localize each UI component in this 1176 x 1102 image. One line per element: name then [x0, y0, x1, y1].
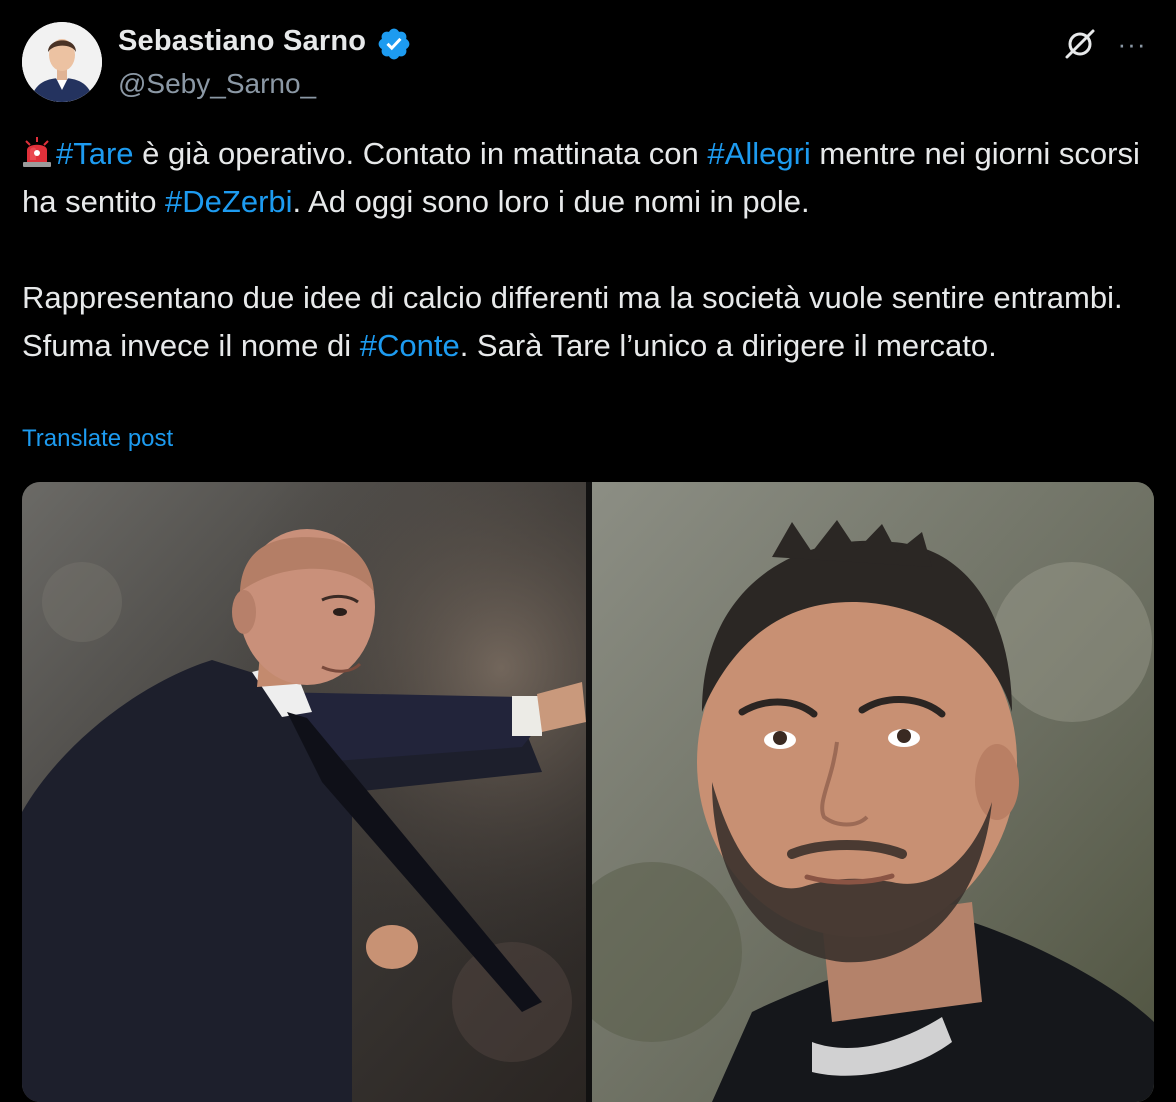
author-handle[interactable]: @Seby_Sarno_: [118, 68, 316, 100]
verified-badge-icon: [376, 26, 412, 62]
hashtag-tare[interactable]: #Tare: [56, 136, 134, 171]
hashtag-dezerbi[interactable]: #DeZerbi: [165, 184, 293, 219]
right-photo[interactable]: [592, 482, 1154, 1102]
police-siren-emoji-icon: [22, 134, 52, 167]
grok-slash-circle-icon[interactable]: [1058, 22, 1102, 66]
translate-post-link[interactable]: Translate post: [22, 425, 173, 453]
hashtag-conte[interactable]: #Conte: [360, 328, 460, 363]
more-options-icon[interactable]: ···: [1110, 22, 1154, 66]
tweet-text-segment: . Sarà Tare l’unico a dirigere il mercat…: [459, 328, 997, 363]
tweet-paragraph-1: #Tare è già operativo. Contato in mattin…: [22, 130, 1162, 226]
tweet: Sebastiano Sarno @Seby_Sarno_ ··· #Tare …: [0, 0, 1176, 1102]
author-display-name[interactable]: Sebastiano Sarno: [118, 25, 366, 58]
left-photo[interactable]: [22, 482, 586, 1102]
tweet-paragraph-2: Rappresentano due idee di calcio differe…: [22, 280, 1123, 315]
tweet-text-segment: è già operativo. Contato in mattinata co…: [133, 136, 708, 171]
hashtag-allegri[interactable]: #Allegri: [707, 136, 810, 171]
tweet-paragraph-3: Sfuma invece il nome di #Conte. Sarà Tar…: [22, 322, 1162, 370]
tweet-text-segment: . Ad oggi sono loro i due nomi in pole.: [292, 184, 810, 219]
tweet-text-segment: Sfuma invece il nome di: [22, 328, 360, 363]
avatar[interactable]: [22, 22, 102, 102]
tweet-text: #Tare è già operativo. Contato in mattin…: [22, 130, 1162, 370]
media-grid[interactable]: [22, 482, 1154, 1102]
avatar-image: [22, 22, 102, 102]
